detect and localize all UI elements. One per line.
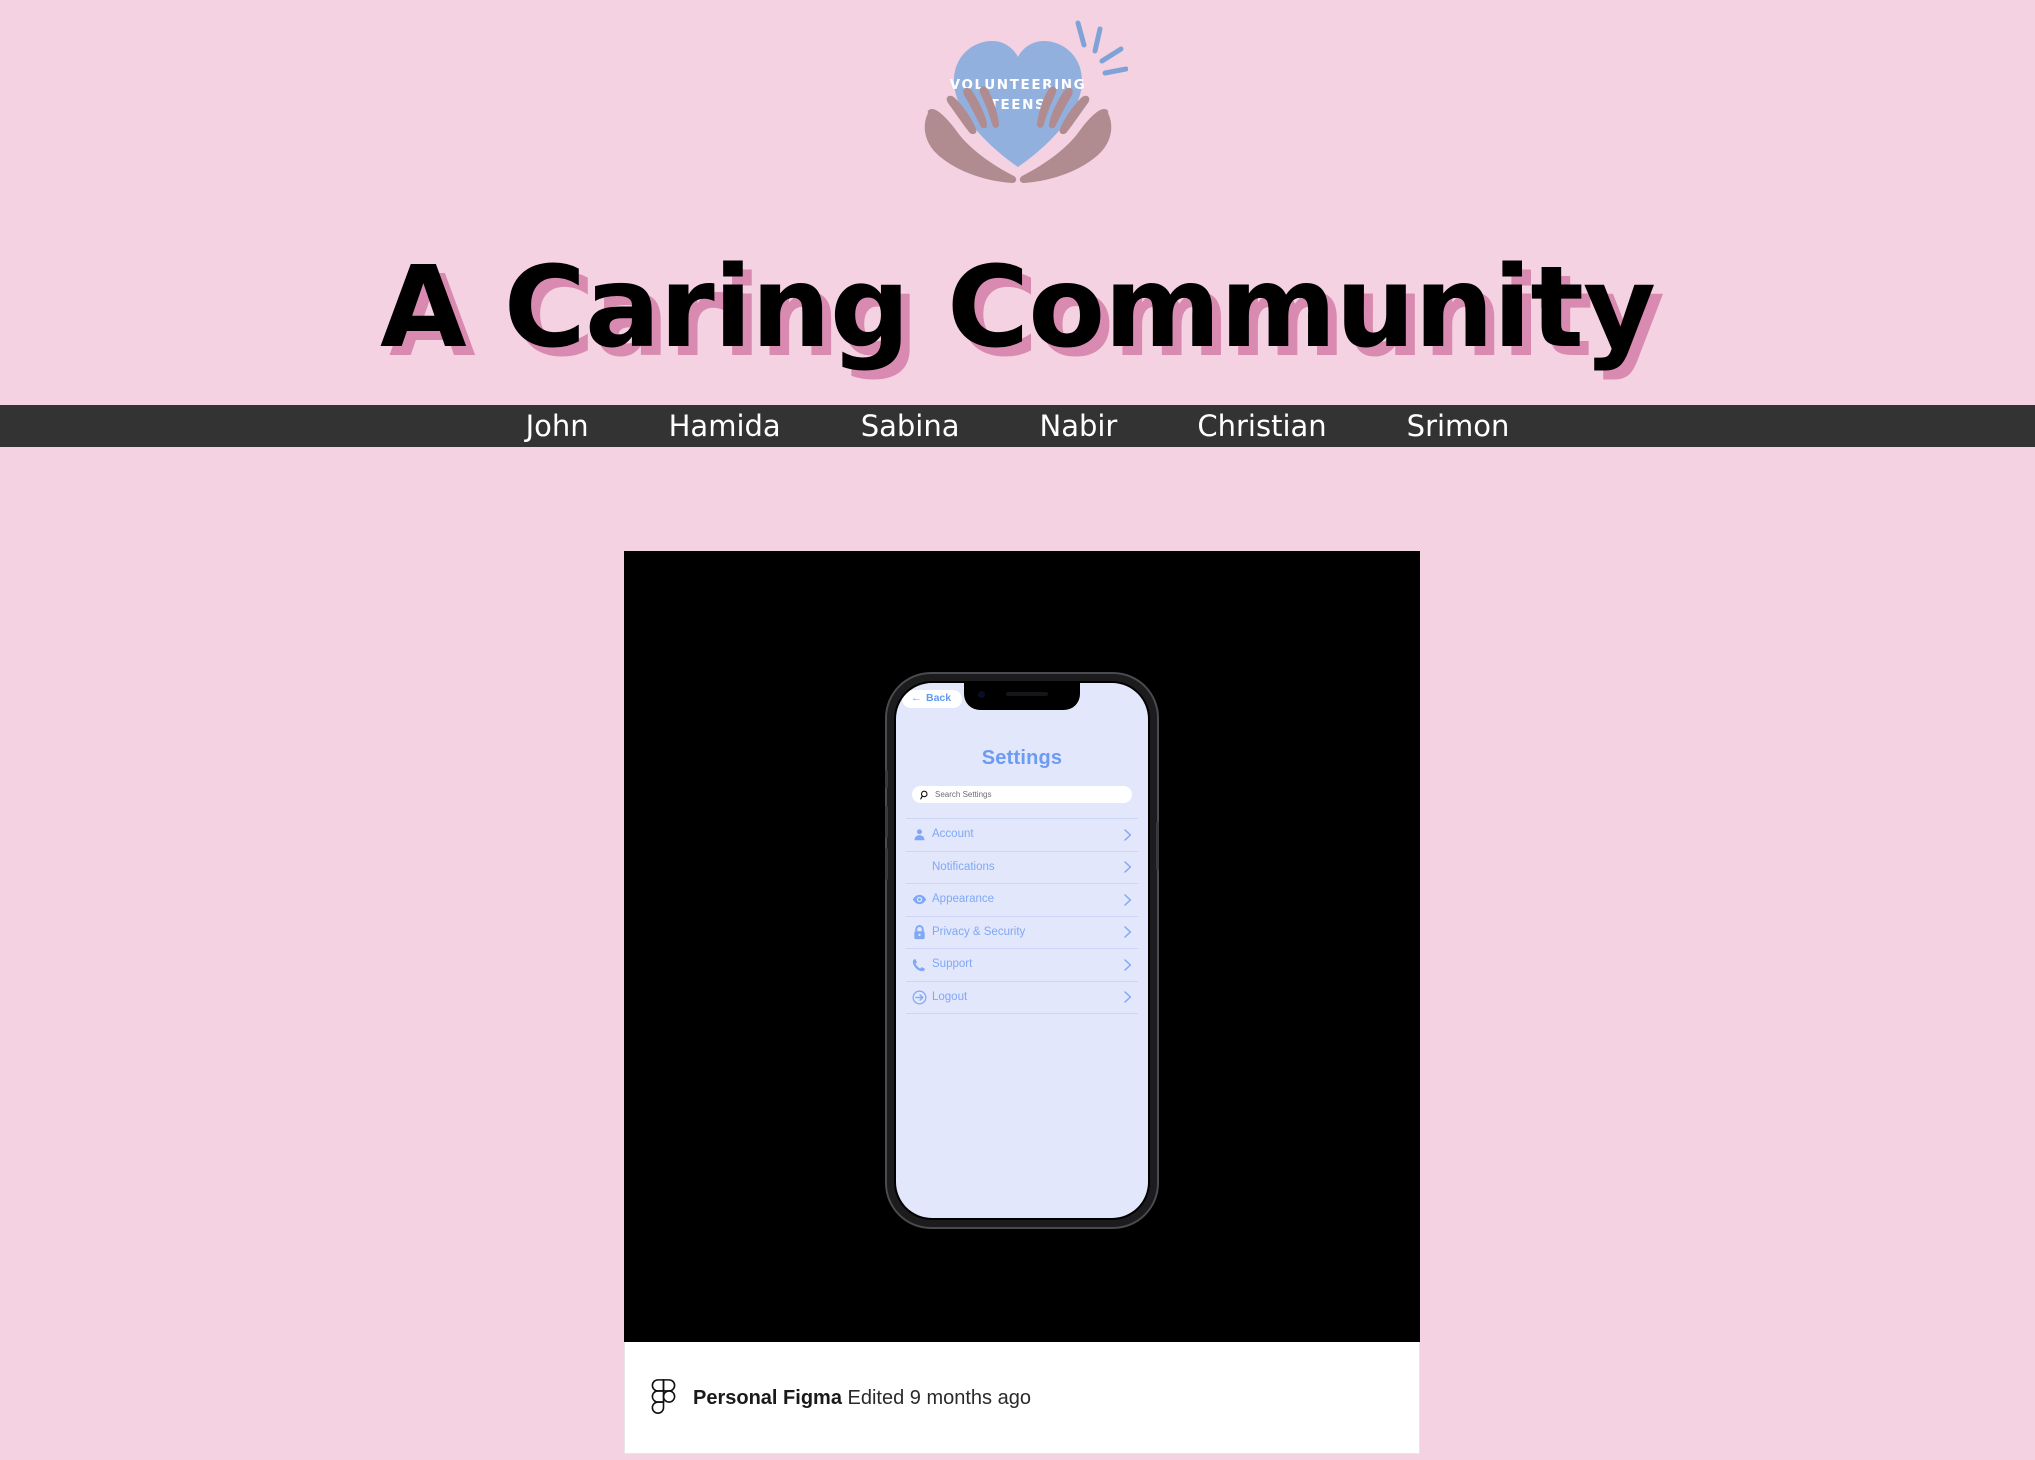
logo-line-2: TEENS [989,97,1046,113]
settings-item-label: Appearance [932,893,995,905]
person-icon [906,828,932,841]
front-camera-icon [978,691,985,698]
earpiece-speaker [1006,691,1048,696]
search-placeholder: Search Settings [935,789,992,799]
settings-item-label: Privacy & Security [932,925,1026,938]
search-icon [920,790,928,799]
chevron-right-icon [1118,894,1138,906]
phone-bezel: ← Back Settings Search Settings Account … [894,681,1150,1220]
chevron-right-icon [1118,861,1138,873]
figma-embed-footer: Personal Figma Edited 9 months ago [624,1342,1420,1454]
nav-item-john[interactable]: John [486,411,629,441]
chevron-right-icon [1118,926,1138,938]
site-logo: VOLUNTEERING TEENS [0,0,2035,210]
settings-item-label: Notifications [932,860,995,873]
search-input[interactable]: Search Settings [912,786,1132,803]
heart-in-hands-icon: VOLUNTEERING TEENS [924,20,1128,183]
settings-item-logout[interactable]: Logout [906,982,1138,1014]
phone-icon [906,958,932,972]
phone-silent-switch [885,770,888,788]
figma-embed: ← Back Settings Search Settings Account … [624,551,1420,1454]
lock-icon [906,924,932,940]
nav-item-nabir[interactable]: Nabir [1000,411,1158,441]
nav-item-hamida[interactable]: Hamida [629,411,821,441]
settings-item-appearance[interactable]: Appearance [906,884,1138,917]
settings-item-label: Logout [932,990,968,1003]
phone-notch [964,683,1080,710]
logout-icon [906,990,932,1005]
nav-item-srimon[interactable]: Srimon [1367,411,1550,441]
figma-edited-label: Edited 9 months ago [847,1386,1031,1409]
arrow-left-icon: ← [911,692,922,704]
settings-item-label: Support [932,958,973,970]
phone-volume-up-button [885,806,888,838]
figma-canvas[interactable]: ← Back Settings Search Settings Account … [624,551,1420,1342]
main-navigation: John Hamida Sabina Nabir Christian Srimo… [0,405,2035,447]
eye-icon [906,893,932,906]
settings-item-support[interactable]: Support [906,949,1138,982]
page-title-area: A Caring Community [0,210,2035,405]
screen-title: Settings [981,747,1063,769]
figma-logo-icon[interactable] [650,1378,677,1417]
settings-item-notifications[interactable]: Notifications [906,852,1138,884]
chevron-right-icon [1118,829,1138,841]
back-button-label: Back [926,692,952,705]
settings-item-label: Account [932,828,974,840]
phone-power-button [1156,822,1159,870]
page-title: A Caring Community [380,242,1656,373]
figma-file-meta: Personal Figma Edited 9 months ago [693,1388,1031,1408]
phone-mockup: ← Back Settings Search Settings Account … [885,674,1159,1227]
chevron-right-icon [1118,959,1138,971]
settings-item-privacy-security[interactable]: Privacy & Security [906,917,1138,949]
figma-owner-label: Personal Figma [693,1386,842,1409]
phone-volume-down-button [885,848,888,880]
back-button[interactable]: ← Back [902,690,963,708]
nav-item-christian[interactable]: Christian [1157,411,1366,441]
phone-screen: ← Back Settings Search Settings Account … [896,683,1148,1218]
settings-item-account[interactable]: Account [906,818,1138,852]
nav-item-sabina[interactable]: Sabina [821,411,1000,441]
settings-menu: Account Notifications Appearance Privacy… [906,818,1138,1014]
chevron-right-icon [1118,991,1138,1003]
sparkle-icon [1075,20,1128,76]
